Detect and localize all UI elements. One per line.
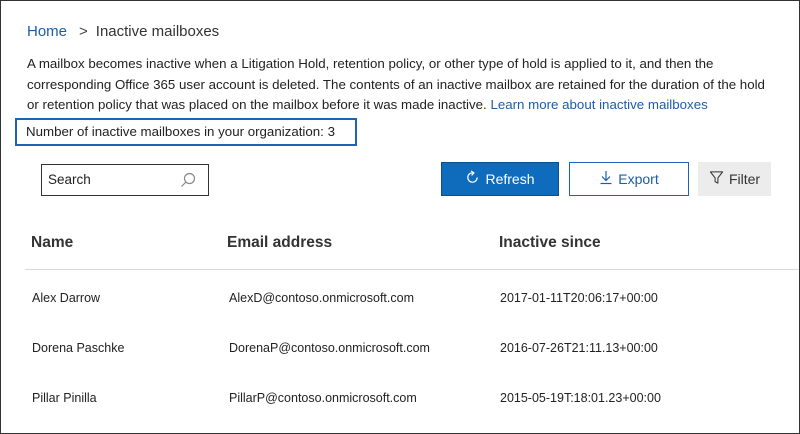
export-label: Export xyxy=(618,171,659,187)
export-button[interactable]: Export xyxy=(569,162,689,196)
row-email: DorenaP@contoso.onmicrosoft.com xyxy=(229,341,430,355)
filter-button[interactable]: Filter xyxy=(698,162,771,196)
refresh-label: Refresh xyxy=(485,171,535,187)
row-email: PillarP@contoso.onmicrosoft.com xyxy=(229,391,417,405)
header-divider xyxy=(25,269,799,270)
row-inactive-since: 2016-07-26T21:11.13+00:00 xyxy=(500,341,658,355)
refresh-button[interactable]: Refresh xyxy=(441,162,559,196)
breadcrumb-current: Inactive mailboxes xyxy=(95,23,220,40)
filter-icon xyxy=(709,170,724,188)
filter-label: Filter xyxy=(728,171,761,187)
search-input[interactable] xyxy=(42,165,176,193)
search-icon[interactable] xyxy=(180,172,196,193)
mailbox-count-value: 3 xyxy=(327,124,335,139)
column-header-inactive-since[interactable]: Inactive since xyxy=(499,234,601,252)
row-email: AlexD@contoso.onmicrosoft.com xyxy=(229,291,414,305)
row-name: Pillar Pinilla xyxy=(32,391,97,405)
download-icon xyxy=(599,170,613,188)
row-name: Dorena Paschke xyxy=(32,341,125,355)
refresh-icon xyxy=(465,170,480,188)
page-description: A mailbox becomes inactive when a Litiga… xyxy=(27,54,779,116)
breadcrumb: Home > Inactive mailboxes xyxy=(27,23,219,40)
mailbox-count-label: Number of inactive mailboxes in your org… xyxy=(26,124,324,139)
row-name: Alex Darrow xyxy=(32,291,101,305)
breadcrumb-home-link[interactable]: Home xyxy=(27,23,67,40)
column-header-name[interactable]: Name xyxy=(31,234,73,252)
row-inactive-since: 2017-01-11T20:06:17+00:00 xyxy=(500,291,658,305)
breadcrumb-separator: > xyxy=(79,23,88,40)
row-inactive-since: 2015-05-19T:18:01.23+00:00 xyxy=(500,391,661,405)
column-header-email[interactable]: Email address xyxy=(227,234,332,252)
mailbox-count-box: Number of inactive mailboxes in your org… xyxy=(15,118,357,146)
learn-more-link[interactable]: Learn more about inactive mailboxes xyxy=(490,97,707,112)
search-box xyxy=(41,164,209,196)
